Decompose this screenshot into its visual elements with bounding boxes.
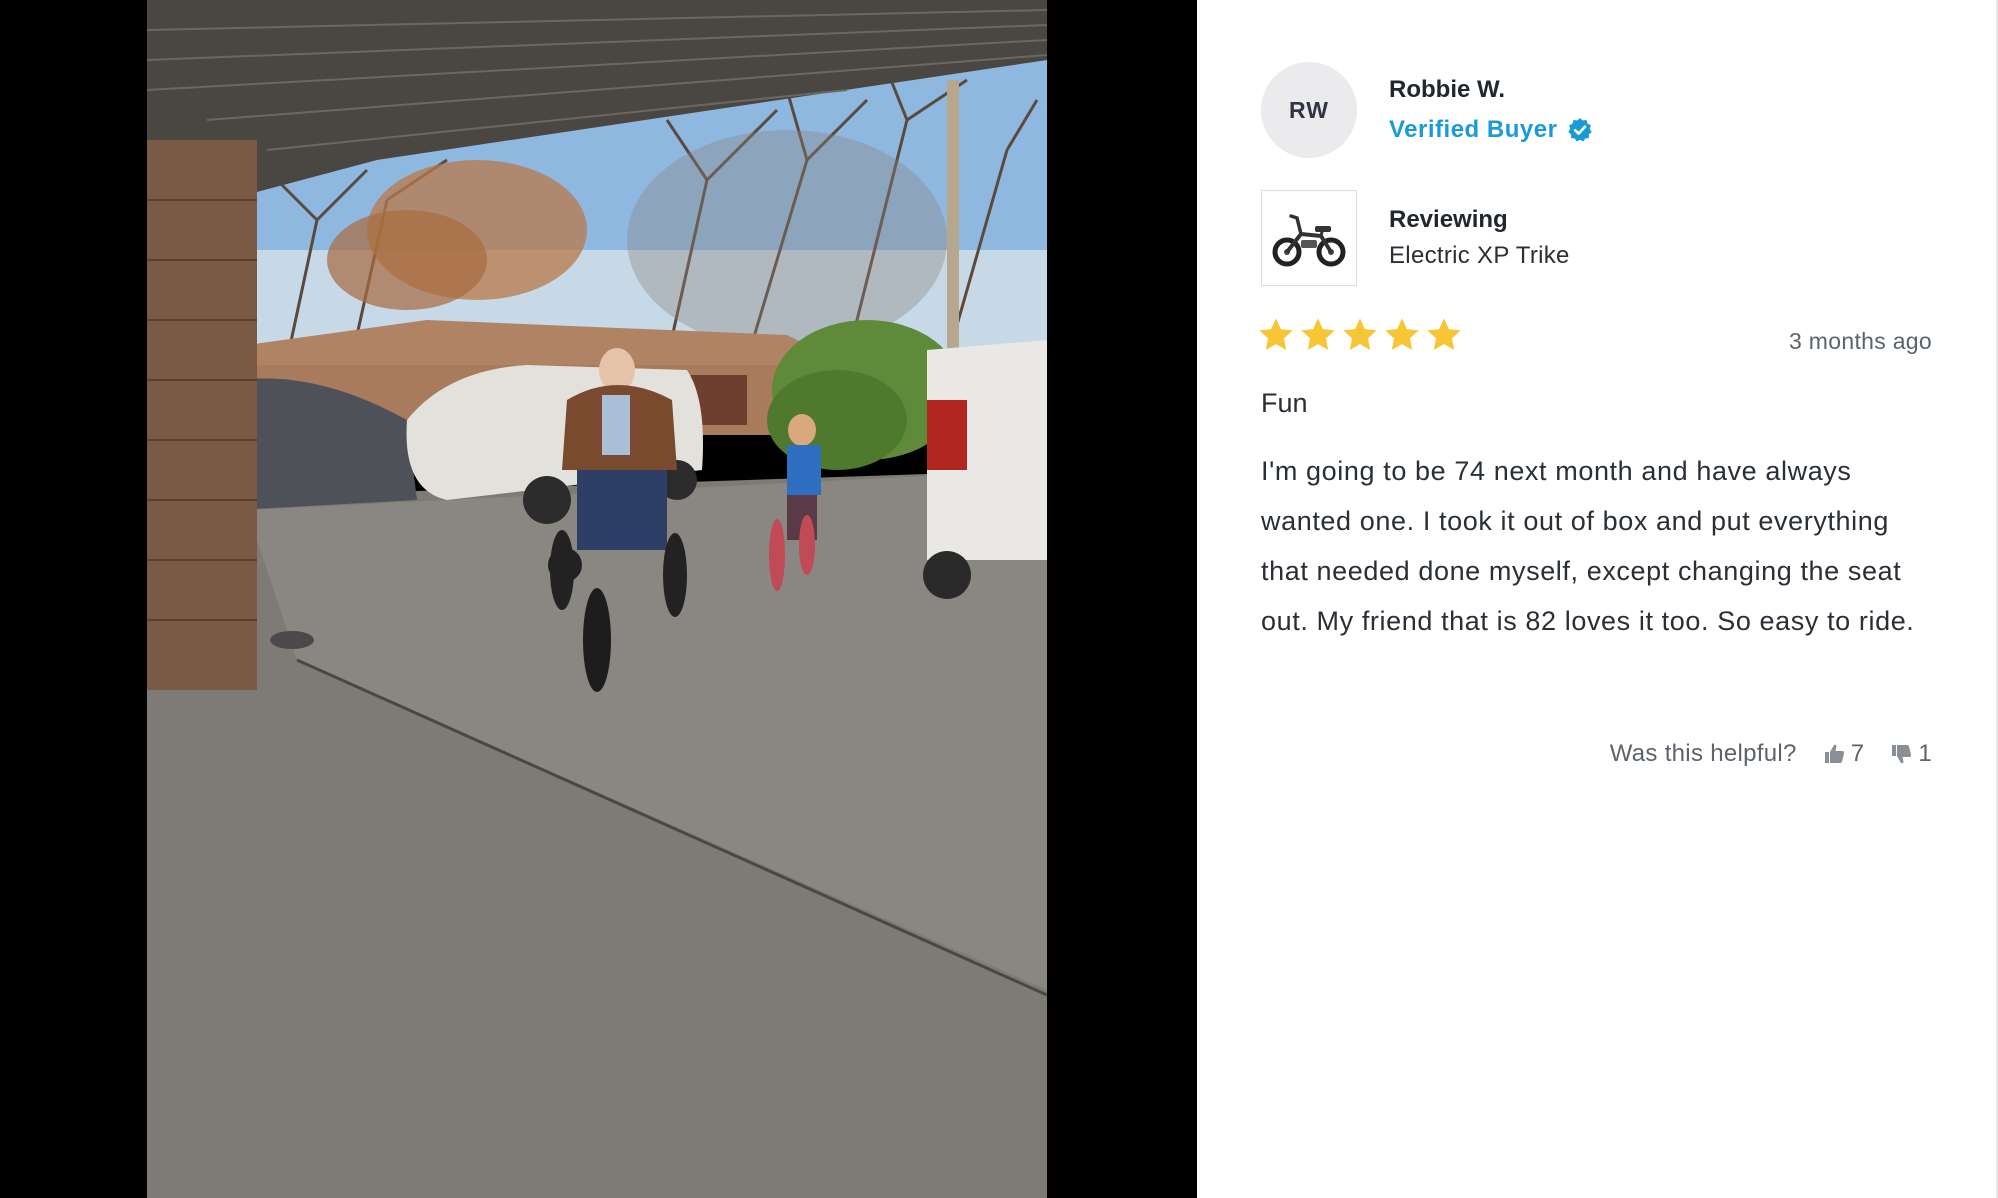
review-body: I'm going to be 74 next month and have a… [1261,456,1915,636]
thumbs-up-count: 7 [1850,740,1865,767]
product-name-link[interactable]: Electric XP Trike [1389,242,1570,270]
thumbs-down-icon [1892,745,1912,764]
thumbs-up-button[interactable]: 7 [1823,740,1865,768]
thumbs-up-icon [1824,744,1844,763]
thumbs-down-count: 1 [1918,740,1932,767]
thumbs-down-button[interactable]: 1 [1890,740,1932,768]
avatar: RW [1261,62,1357,158]
verified-badge: Verified Buyer [1389,116,1593,144]
verified-label: Verified Buyer [1389,116,1558,143]
verified-check-icon [1568,118,1593,142]
star-icon [1385,318,1419,351]
photo-viewer [0,0,1197,1198]
reviewing-label: Reviewing [1389,206,1508,233]
star-icon [1427,318,1461,351]
product-thumbnail[interactable] [1261,190,1357,286]
review-date: 3 months ago [1789,328,1932,354]
trike-icon [1272,214,1346,267]
star-icon [1343,318,1377,351]
review-title: Fun [1261,388,1308,418]
star-icon [1301,318,1335,351]
star-icon [1259,318,1293,351]
star-rating [1257,316,1463,354]
helpful-section: Was this helpful? 7 1 [1610,740,1932,768]
review-panel: RW Robbie W. Verified Buyer Reviewing El… [1197,0,1998,1198]
review-photo[interactable] [147,0,1047,1198]
helpful-prompt: Was this helpful? [1609,740,1797,767]
reviewer-name: Robbie W. [1389,76,1505,103]
